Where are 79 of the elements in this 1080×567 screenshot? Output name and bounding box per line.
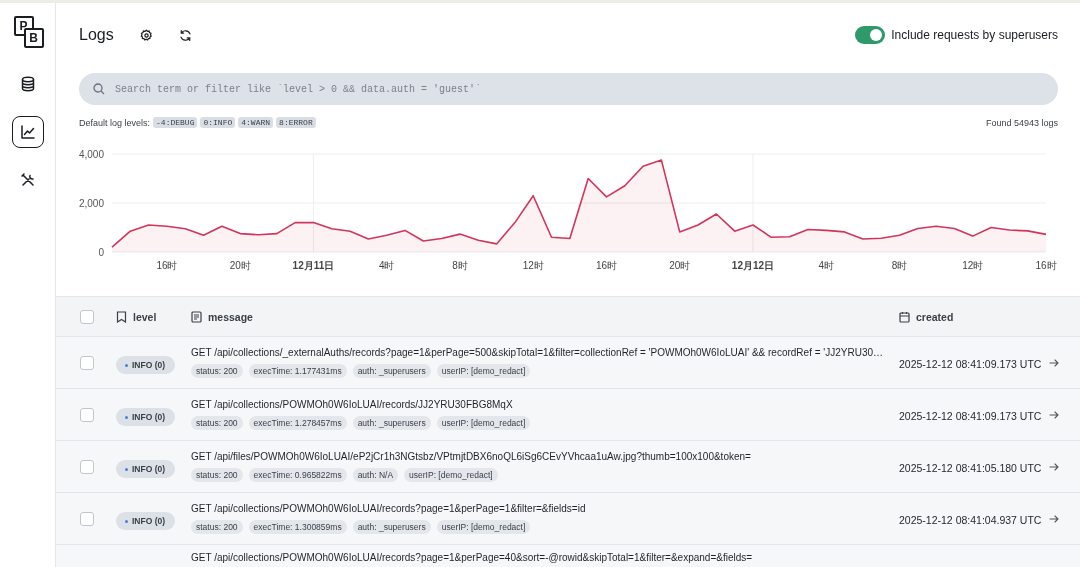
level-chip: 8:ERROR [276,117,316,128]
logo[interactable]: P B [13,16,42,46]
column-header[interactable]: level [133,310,157,323]
x-tick-label: 8时 [452,260,468,271]
x-tick-label: 8时 [891,260,908,271]
document-icon [191,310,202,323]
x-tick-label: 12月11日 [292,260,335,271]
log-tag: auth: _superusers [352,364,431,378]
x-tick-label: 4时 [818,260,834,271]
bookmark-icon [116,310,127,323]
log-message: GET /api/collections/POWMOh0W6IoLUAI/records?page=1&perPage=1&filter=&fields=id [191,503,587,514]
log-tag: status: 200 [191,520,243,534]
page-title: Logs [79,26,114,44]
arrow-right-icon [1049,409,1059,420]
log-message: GET /api/collections/_externalAuths/records?page=1&perPage=500&skipTotal=1&filter=collectionRef = 'POWMOh0W6IoLUAI' && recordRef = 'JJ2YRU30… [191,347,884,358]
select-all-checkbox[interactable] [80,309,94,324]
log-tag: execTime: 1.278457ms [248,416,347,430]
log-tag: status: 200 [191,468,243,482]
line-chart-icon [19,124,36,140]
level-chip: -4:DEBUG [153,117,198,128]
log-tag: userIP: [demo_redact] [436,416,531,430]
row-checkbox[interactable] [80,459,94,474]
row-checkbox[interactable] [80,407,94,422]
created-date: 2025-12-12 08:41:09.173 UTC [899,357,1042,370]
results-count: Found 54943 logs [985,117,1058,128]
search-input[interactable]: Search term or filter like `level > 0 && data.auth = 'guest'` [113,82,1044,96]
y-tick-label: 0 [98,247,104,258]
arrow-right-icon [1049,357,1059,368]
column-header[interactable]: message [208,310,253,323]
log-tag: userIP: [demo_redact] [436,364,531,378]
settings-icon [139,28,153,42]
refresh-icon [178,28,192,42]
log-tag: execTime: 1.177431ms [248,364,347,378]
level-badge: INFO (0) [116,355,176,374]
x-tick-label: 12时 [522,260,544,271]
x-tick-label: 12时 [962,260,984,271]
toggle-switch[interactable] [855,26,886,44]
x-tick-label: 16时 [595,260,618,271]
database-icon [19,76,36,92]
x-tick-label: 4时 [378,260,395,271]
log-tag: execTime: 0.965822ms [248,468,347,482]
log-message: GET /api/collections/POWMOh0W6IoLUAI/records?page=1&perPage=40&sort=-@rowid&skipTotal=1&filter=&expand=&fields= [191,552,754,563]
y-tick-label: 4,000 [79,149,104,160]
x-tick-label: 12月12日 [731,260,775,271]
level-badge: INFO (0) [116,407,176,426]
x-tick-label: 16时 [156,260,178,271]
x-tick-label: 16时 [1035,260,1057,271]
created-date: 2025-12-12 08:41:04.937 UTC [899,513,1042,526]
created-date: 2025-12-12 08:41:09.173 UTC [899,409,1042,422]
calendar-icon [899,310,910,323]
log-message: GET /api/files/POWMOh0W6IoLUAI/eP2jCr1h3NGtsbz/VPtmjtDBX6noQL6iSg6CEvYVhcaa1uAw.jpg?thumb=100x100&token= [191,451,752,462]
log-tag: userIP: [demo_redact] [404,468,498,482]
log-tag: userIP: [demo_redact] [436,520,531,534]
log-tag: auth: _superusers [352,416,431,430]
row-checkbox[interactable] [80,511,94,526]
log-tag: execTime: 1.300859ms [248,520,347,534]
row-checkbox[interactable] [80,355,94,370]
x-tick-label: 20时 [229,260,251,271]
log-message: GET /api/collections/POWMOh0W6IoLUAI/records/JJ2YRU30FBG8MqX [191,399,514,410]
column-header[interactable]: created [916,310,954,323]
level-chip: 0:INFO [200,117,236,128]
search-icon [93,83,105,95]
search-field[interactable]: Search term or filter like `level > 0 && data.auth = 'guest'` [79,73,1058,105]
created-date: 2025-12-12 08:41:05.180 UTC [899,461,1042,474]
toggle-label: Include requests by superusers [891,28,1058,42]
log-tag: status: 200 [191,364,243,378]
log-tag: auth: N/A [352,468,399,482]
log-tag: auth: _superusers [352,520,431,534]
log-tag: status: 200 [191,416,243,430]
arrow-right-icon [1049,461,1059,472]
level-badge: INFO (0) [116,459,176,478]
arrow-right-icon [1049,513,1059,524]
sidebar-item[interactable] [11,116,44,148]
x-tick-label: 20时 [669,260,691,271]
level-chip: 4:WARN [238,117,274,128]
level-badge: INFO (0) [116,511,176,530]
tools-icon [19,172,36,188]
y-tick-label: 2,000 [79,198,104,209]
levels-label: Default log levels: [79,117,151,128]
